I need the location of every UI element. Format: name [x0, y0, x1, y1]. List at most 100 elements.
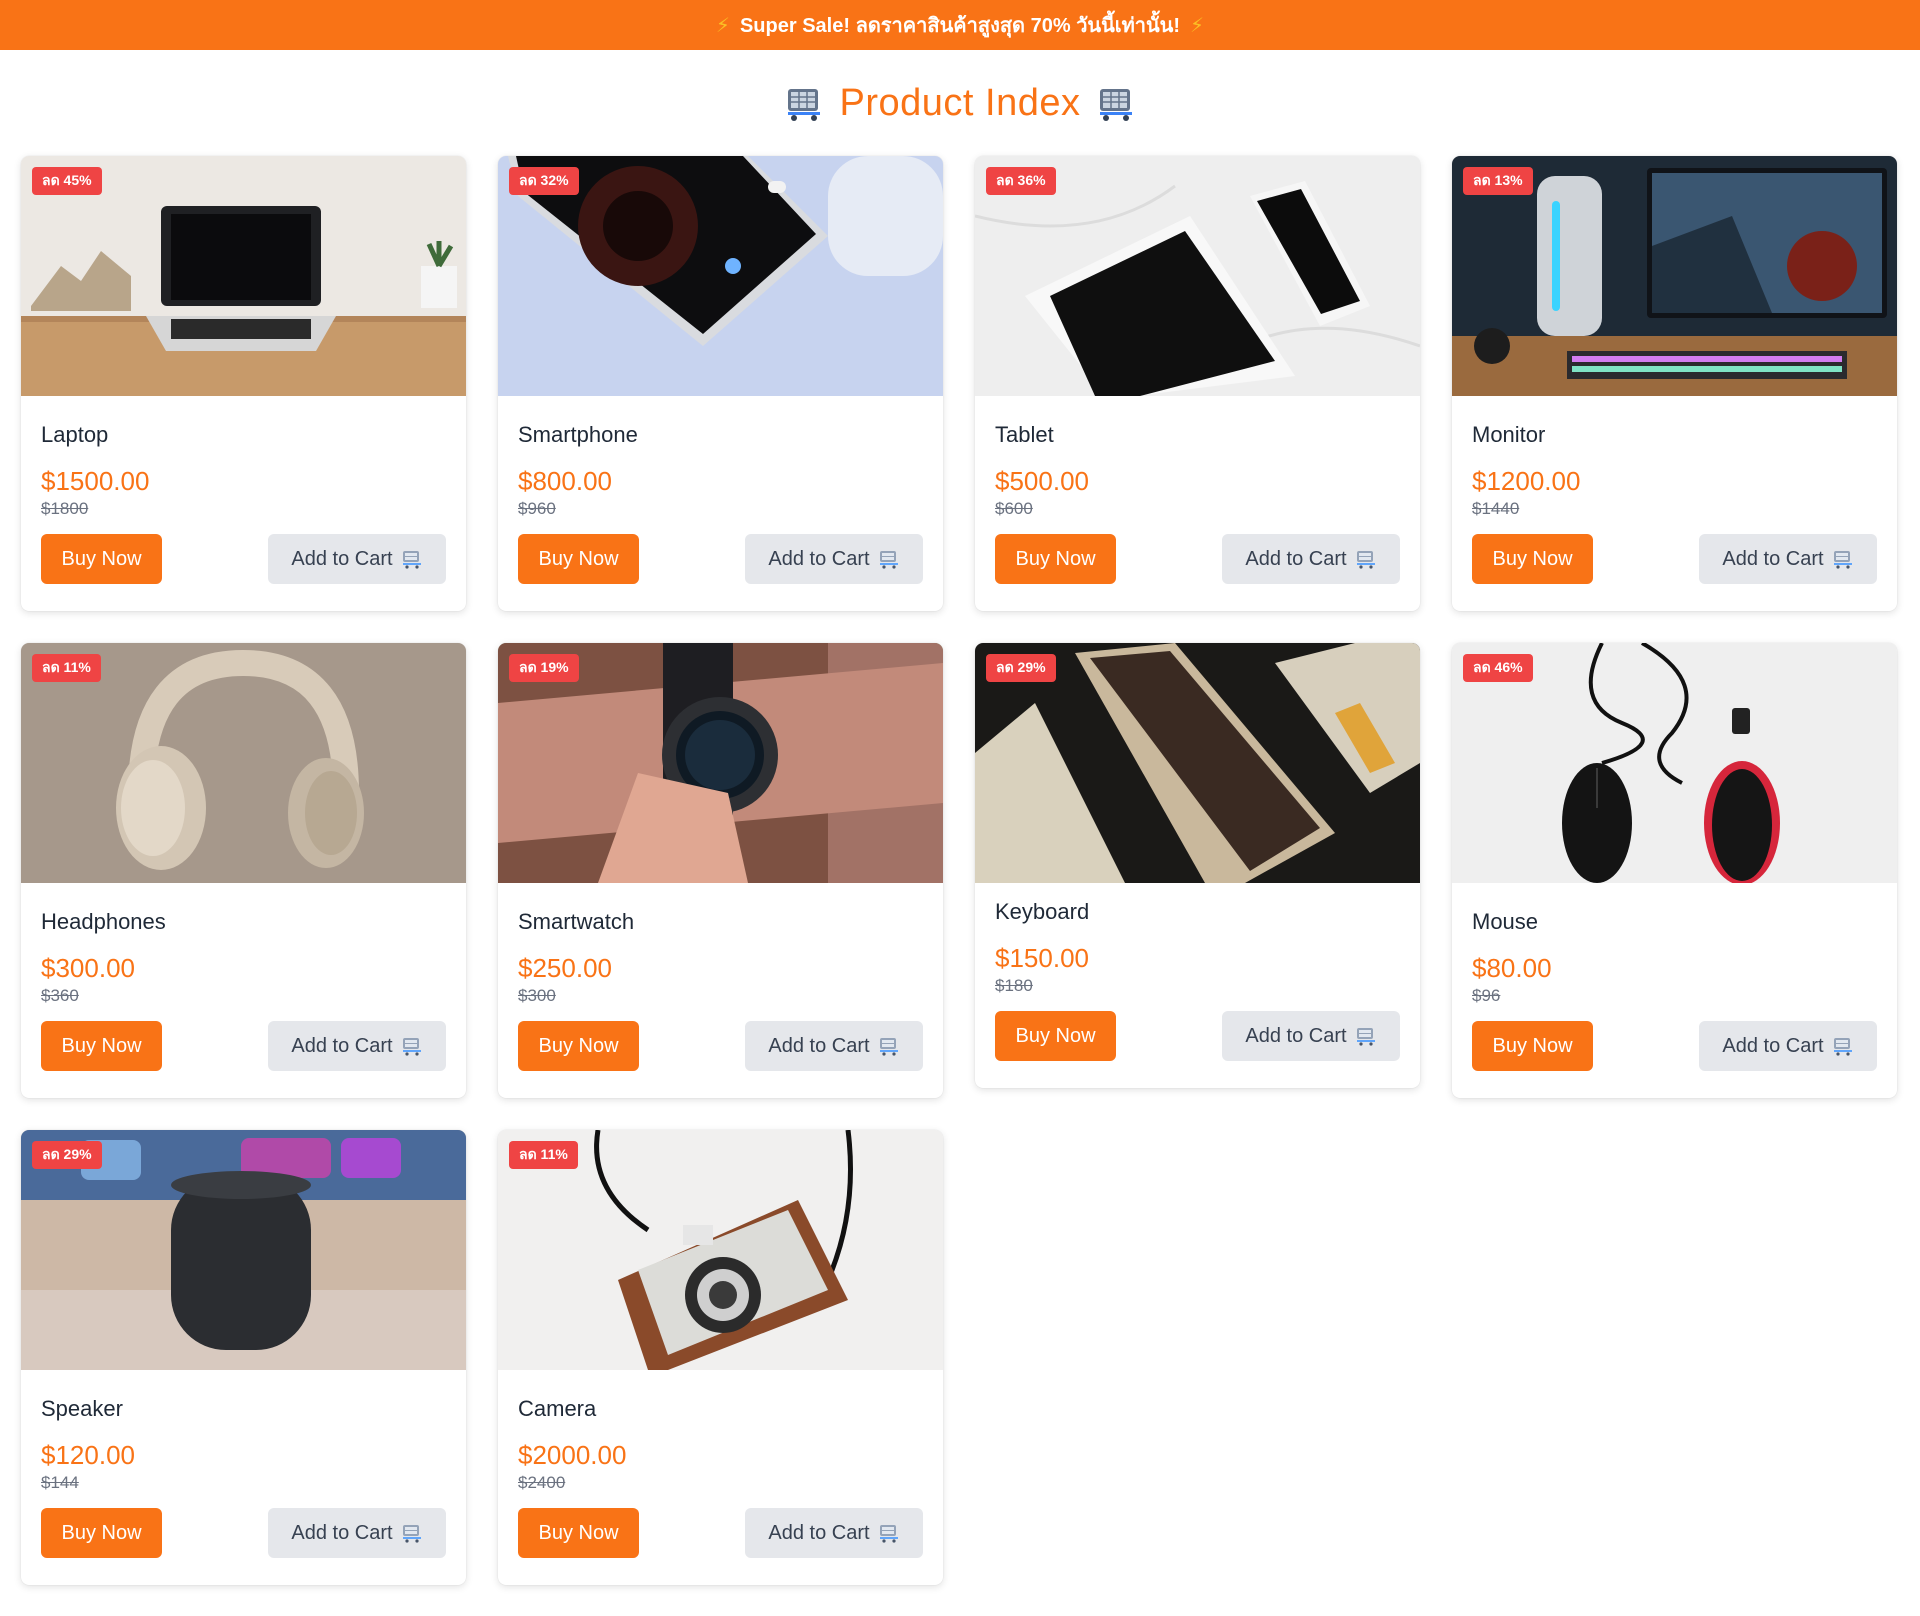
- shopping-cart-icon: [402, 1525, 421, 1543]
- product-price: $2000.00: [518, 1440, 627, 1470]
- lightning-icon: ⚡: [715, 14, 730, 37]
- product-card: ลด 13% Monitor $1200.00 $1440 Buy Now Ad…: [1452, 156, 1897, 611]
- shopping-cart-icon: [1356, 1028, 1375, 1046]
- shopping-cart-icon: [787, 89, 820, 121]
- product-price: $500.00: [995, 466, 1089, 496]
- product-card: ลด 29% Speaker $120.00 $144 Buy Now Add …: [21, 1130, 466, 1585]
- smartphone-image: ลด 32%: [498, 156, 943, 396]
- add-to-cart-button[interactable]: Add to Cart: [268, 1508, 446, 1558]
- original-price: $96: [1472, 986, 1501, 1005]
- add-to-cart-label: Add to Cart: [1722, 547, 1824, 570]
- lightning-icon: ⚡: [1190, 14, 1205, 37]
- original-price: $2400: [518, 1473, 566, 1492]
- page-header: Product Index: [0, 78, 1920, 128]
- discount-badge: ลด 45%: [32, 167, 102, 195]
- add-to-cart-label: Add to Cart: [291, 1521, 393, 1544]
- original-price: $600: [995, 499, 1033, 518]
- buy-now-button[interactable]: Buy Now: [518, 1021, 639, 1071]
- original-price: $180: [995, 976, 1033, 995]
- product-name: Smartwatch: [518, 909, 635, 934]
- add-to-cart-label: Add to Cart: [768, 1521, 870, 1544]
- add-to-cart-button[interactable]: Add to Cart: [268, 1021, 446, 1071]
- product-card: ลด 36% Tablet $500.00 $600 Buy Now Add t…: [975, 156, 1420, 611]
- buy-now-button[interactable]: Buy Now: [41, 1508, 162, 1558]
- product-name: Laptop: [41, 422, 109, 447]
- original-price: $960: [518, 499, 556, 518]
- product-name: Smartphone: [518, 422, 638, 447]
- buy-now-button[interactable]: Buy Now: [518, 1508, 639, 1558]
- buy-now-button[interactable]: Buy Now: [41, 534, 162, 584]
- product-name: Camera: [518, 1396, 597, 1421]
- add-to-cart-label: Add to Cart: [768, 1034, 870, 1057]
- add-to-cart-label: Add to Cart: [1245, 547, 1347, 570]
- shopping-cart-icon: [1356, 551, 1375, 569]
- product-card: ลด 19% Smartwatch $250.00 $300 Buy Now A…: [498, 643, 943, 1098]
- product-name: Mouse: [1472, 909, 1539, 934]
- product-name: Keyboard: [995, 899, 1090, 924]
- add-to-cart-label: Add to Cart: [768, 547, 870, 570]
- shopping-cart-icon: [879, 551, 898, 569]
- product-price: $80.00: [1472, 953, 1552, 983]
- buy-now-button[interactable]: Buy Now: [995, 1011, 1116, 1061]
- product-name: Tablet: [995, 422, 1054, 447]
- product-price: $1500.00: [41, 466, 150, 496]
- tablet-image: ลด 36%: [975, 156, 1420, 396]
- buy-now-button[interactable]: Buy Now: [41, 1021, 162, 1071]
- shopping-cart-icon: [1100, 89, 1133, 121]
- keyboard-image: ลด 29%: [975, 643, 1420, 883]
- product-price: $120.00: [41, 1440, 135, 1470]
- buy-now-button[interactable]: Buy Now: [518, 534, 639, 584]
- buy-now-button[interactable]: Buy Now: [1472, 1021, 1593, 1071]
- add-to-cart-button[interactable]: Add to Cart: [1699, 534, 1877, 584]
- buy-now-button[interactable]: Buy Now: [995, 534, 1116, 584]
- product-card: ลด 46% Mouse $80.00 $96 Buy Now Add to C…: [1452, 643, 1897, 1098]
- product-card: ลด 11% Headphones $300.00 $360 Buy Now A…: [21, 643, 466, 1098]
- speaker-image: ลด 29%: [21, 1130, 466, 1370]
- add-to-cart-label: Add to Cart: [291, 1034, 393, 1057]
- monitor-image: ลด 13%: [1452, 156, 1897, 396]
- discount-badge: ลด 32%: [509, 167, 579, 195]
- sale-banner: ⚡ Super Sale! ลดราคาสินค้าสูงสุด 70% วัน…: [0, 0, 1920, 50]
- headphones-image: ลด 11%: [21, 643, 466, 883]
- mouse-image: ลด 46%: [1452, 643, 1897, 883]
- shopping-cart-icon: [402, 551, 421, 569]
- product-price: $150.00: [995, 943, 1089, 973]
- discount-badge: ลด 29%: [32, 1141, 102, 1169]
- shopping-cart-icon: [879, 1038, 898, 1056]
- discount-badge: ลด 11%: [32, 654, 101, 682]
- laptop-image: ลด 45%: [21, 156, 466, 396]
- product-price: $250.00: [518, 953, 612, 983]
- product-card: ลด 11% Camera $2000.00 $2400 Buy Now Add…: [498, 1130, 943, 1585]
- product-name: Monitor: [1472, 422, 1546, 447]
- add-to-cart-label: Add to Cart: [1722, 1034, 1824, 1057]
- shopping-cart-icon: [1833, 551, 1852, 569]
- original-price: $144: [41, 1473, 79, 1492]
- add-to-cart-button[interactable]: Add to Cart: [1222, 1011, 1400, 1061]
- add-to-cart-button[interactable]: Add to Cart: [1699, 1021, 1877, 1071]
- shopping-cart-icon: [402, 1038, 421, 1056]
- add-to-cart-button[interactable]: Add to Cart: [268, 534, 446, 584]
- product-name: Headphones: [41, 909, 166, 934]
- smartwatch-image: ลด 19%: [498, 643, 943, 883]
- add-to-cart-button[interactable]: Add to Cart: [745, 1508, 923, 1558]
- product-card: ลด 45% Laptop $1500.00 $1800 Buy Now Add…: [21, 156, 466, 611]
- add-to-cart-button[interactable]: Add to Cart: [745, 1021, 923, 1071]
- original-price: $300: [518, 986, 556, 1005]
- product-card: ลด 29% Keyboard $150.00 $180 Buy Now Add…: [975, 643, 1420, 1088]
- product-price: $300.00: [41, 953, 135, 983]
- discount-badge: ลด 46%: [1463, 654, 1533, 682]
- add-to-cart-label: Add to Cart: [291, 547, 393, 570]
- shopping-cart-icon: [879, 1525, 898, 1543]
- original-price: $1800: [41, 499, 89, 518]
- buy-now-button[interactable]: Buy Now: [1472, 534, 1593, 584]
- product-price: $1200.00: [1472, 466, 1581, 496]
- add-to-cart-label: Add to Cart: [1245, 1024, 1347, 1047]
- add-to-cart-button[interactable]: Add to Cart: [745, 534, 923, 584]
- discount-badge: ลด 11%: [509, 1141, 578, 1169]
- add-to-cart-button[interactable]: Add to Cart: [1222, 534, 1400, 584]
- original-price: $1440: [1472, 499, 1520, 518]
- product-price: $800.00: [518, 466, 612, 496]
- original-price: $360: [41, 986, 79, 1005]
- discount-badge: ลด 36%: [986, 167, 1056, 195]
- discount-badge: ลด 29%: [986, 654, 1056, 682]
